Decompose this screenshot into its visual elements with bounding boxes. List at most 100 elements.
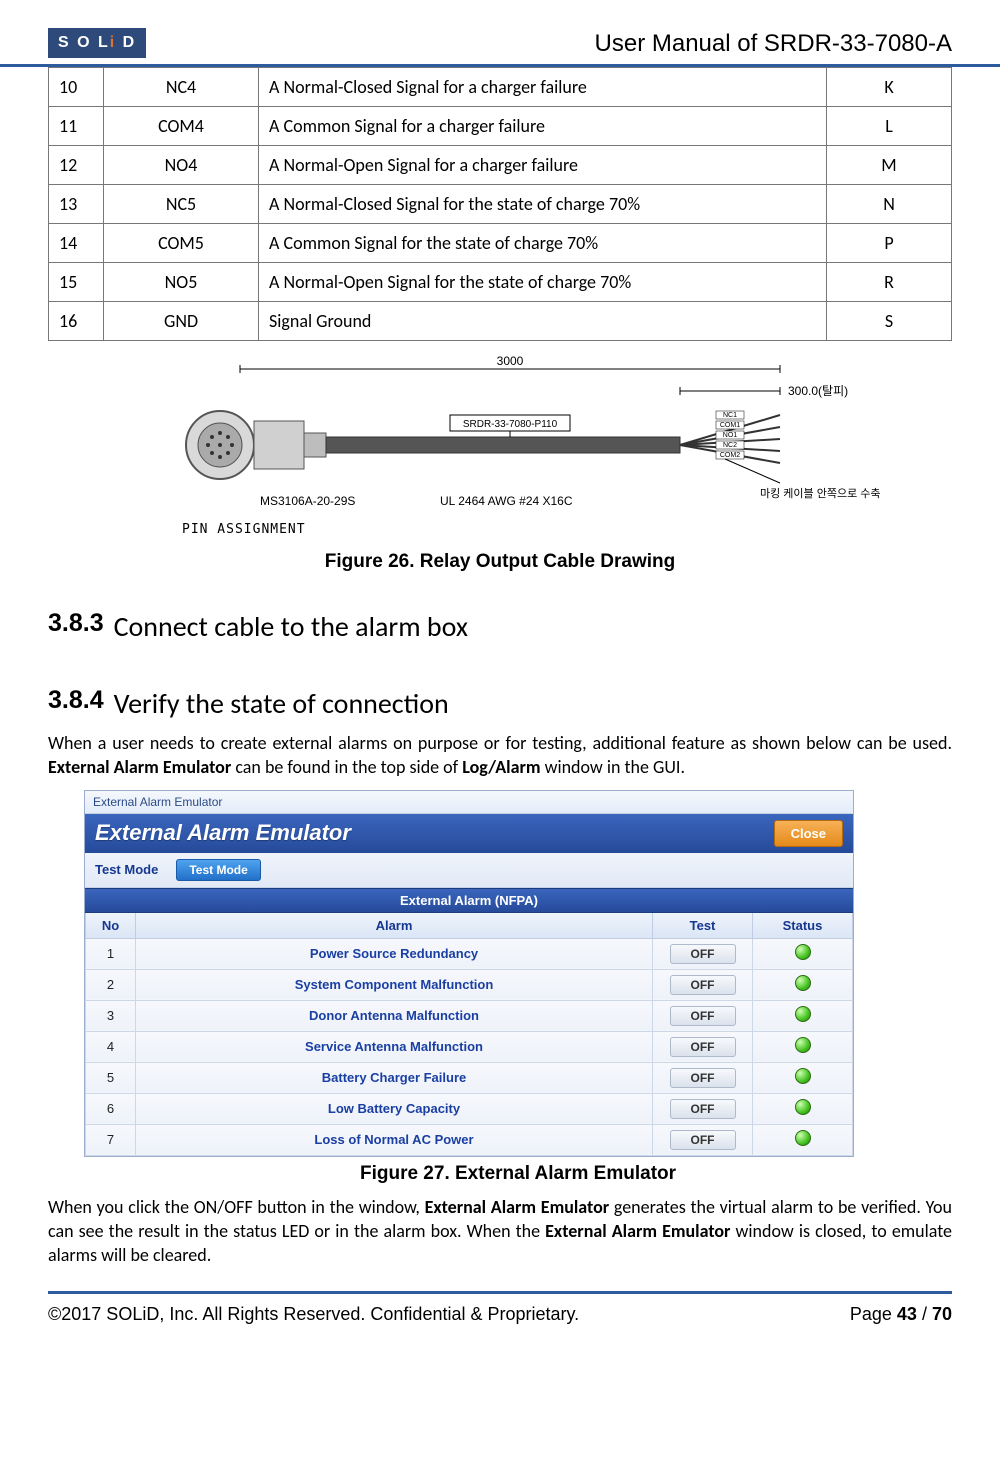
col-no: No	[86, 913, 136, 939]
alarm-no: 4	[86, 1031, 136, 1062]
status-led-icon	[795, 944, 811, 960]
alarm-row: 5Battery Charger Failure OFF	[86, 1062, 853, 1093]
pin-num: 10	[49, 68, 104, 107]
alarm-name: Power Source Redundancy	[136, 938, 653, 969]
pin-num: 12	[49, 146, 104, 185]
alarm-no: 2	[86, 969, 136, 1000]
svg-text:COM1: COM1	[720, 422, 740, 429]
pin-num: 15	[49, 263, 104, 302]
alarm-name: Service Antenna Malfunction	[136, 1031, 653, 1062]
alarm-off-button[interactable]: OFF	[670, 975, 736, 995]
status-led-icon	[795, 1068, 811, 1084]
alarm-status-cell	[753, 969, 853, 1000]
alarm-status-cell	[753, 1124, 853, 1155]
pin-desc: A Normal-Open Signal for the state of ch…	[259, 263, 827, 302]
cable-figure: 3000 300.0(탈피) S	[48, 355, 952, 573]
logo-text-b: D	[116, 34, 136, 51]
pin-letter: N	[827, 185, 952, 224]
alarm-test-cell: OFF	[653, 969, 753, 1000]
close-button[interactable]: Close	[774, 820, 843, 847]
gui-banner-title: External Alarm Emulator	[95, 820, 351, 846]
pin-desc: A Common Signal for the state of charge …	[259, 224, 827, 263]
pin-num: 14	[49, 224, 104, 263]
test-mode-button[interactable]: Test Mode	[176, 859, 260, 881]
pin-desc: Signal Ground	[259, 302, 827, 341]
alarm-test-cell: OFF	[653, 1062, 753, 1093]
pin-assignment-label: PIN ASSIGNMENT	[182, 522, 306, 537]
pin-table: 10NC4A Normal-Closed Signal for a charge…	[48, 67, 952, 341]
table-row: 10NC4A Normal-Closed Signal for a charge…	[49, 68, 952, 107]
svg-text:NC2: NC2	[723, 442, 737, 449]
pin-desc: A Normal-Closed Signal for the state of …	[259, 185, 827, 224]
col-alarm: Alarm	[136, 913, 653, 939]
alarm-name: System Component Malfunction	[136, 969, 653, 1000]
alarm-row: 4Service Antenna Malfunction OFF	[86, 1031, 853, 1062]
dim-total: 3000	[497, 355, 524, 368]
external-alarm-section-header: External Alarm (NFPA)	[85, 888, 853, 913]
col-test: Test	[653, 913, 753, 939]
alarm-status-cell	[753, 1093, 853, 1124]
table-row: 16GNDSignal GroundS	[49, 302, 952, 341]
section-3-8-4-intro: When a user needs to create external ala…	[48, 731, 952, 780]
alarm-no: 3	[86, 1000, 136, 1031]
gui-banner: External Alarm Emulator Close	[85, 814, 853, 853]
section-3-8-3-num: 3.8.3	[48, 609, 104, 644]
page-footer: ©2017 SOLiD, Inc. All Rights Reserved. C…	[0, 1294, 1000, 1325]
section-3-8-4-after: When you click the ON/OFF button in the …	[48, 1195, 952, 1268]
page-header: S O Li D User Manual of SRDR-33-7080-A	[0, 0, 1000, 67]
pin-num: 16	[49, 302, 104, 341]
alarm-off-button[interactable]: OFF	[670, 1037, 736, 1057]
pin-name: NO5	[104, 263, 259, 302]
table-row: 11COM4A Common Signal for a charger fail…	[49, 107, 952, 146]
alarm-status-cell	[753, 938, 853, 969]
status-led-icon	[795, 975, 811, 991]
status-led-icon	[795, 1037, 811, 1053]
alarm-row: 6Low Battery CapacityOFF	[86, 1093, 853, 1124]
test-mode-row: Test Mode Test Mode	[85, 853, 853, 888]
alarm-status-cell	[753, 1000, 853, 1031]
solid-logo: S O Li D	[48, 28, 146, 58]
alarm-off-button[interactable]: OFF	[670, 1099, 736, 1119]
external-alarm-emulator-window: External Alarm Emulator External Alarm E…	[84, 790, 854, 1157]
svg-text:COM2: COM2	[720, 452, 740, 459]
cable-drawing-svg: 3000 300.0(탈피) S	[120, 355, 880, 545]
section-3-8-3: 3.8.3 Connect cable to the alarm box	[48, 609, 952, 644]
pin-letter: S	[827, 302, 952, 341]
footer-copyright: ©2017 SOLiD, Inc. All Rights Reserved. C…	[48, 1304, 579, 1325]
pin-name: NC4	[104, 68, 259, 107]
status-led-icon	[795, 1099, 811, 1115]
alarm-test-cell: OFF	[653, 1093, 753, 1124]
alarm-off-button[interactable]: OFF	[670, 1006, 736, 1026]
pin-name: COM4	[104, 107, 259, 146]
marking-note: 마킹 케이블 안쪽으로 수축	[760, 487, 880, 500]
pin-letter: R	[827, 263, 952, 302]
alarm-row: 2System Component Malfunction OFF	[86, 969, 853, 1000]
table-row: 14COM5A Common Signal for the state of c…	[49, 224, 952, 263]
part-label: SRDR-33-7080-P110	[463, 419, 558, 430]
pin-num: 13	[49, 185, 104, 224]
alarm-off-button[interactable]: OFF	[670, 944, 736, 964]
alarm-off-button[interactable]: OFF	[670, 1130, 736, 1150]
alarm-status-cell	[753, 1062, 853, 1093]
alarm-no: 5	[86, 1062, 136, 1093]
figure-27-caption: Figure 27. External Alarm Emulator	[84, 1163, 952, 1185]
pin-letter: K	[827, 68, 952, 107]
table-row: 12NO4A Normal-Open Signal for a charger …	[49, 146, 952, 185]
section-3-8-4: 3.8.4 Verify the state of connection	[48, 686, 952, 721]
section-3-8-4-num: 3.8.4	[48, 686, 104, 721]
alarm-test-cell: OFF	[653, 1124, 753, 1155]
alarm-test-cell: OFF	[653, 1031, 753, 1062]
pin-name: NO4	[104, 146, 259, 185]
alarm-status-cell	[753, 1031, 853, 1062]
alarm-off-button[interactable]: OFF	[670, 1068, 736, 1088]
alarm-name: Loss of Normal AC Power	[136, 1124, 653, 1155]
pin-name: GND	[104, 302, 259, 341]
figure-26-caption: Figure 26. Relay Output Cable Drawing	[48, 551, 952, 573]
col-status: Status	[753, 913, 853, 939]
pin-letter: M	[827, 146, 952, 185]
alarm-name: Battery Charger Failure	[136, 1062, 653, 1093]
pin-name: COM5	[104, 224, 259, 263]
cable-spec: UL 2464 AWG #24 X16C	[440, 494, 573, 508]
status-led-icon	[795, 1006, 811, 1022]
pin-letter: P	[827, 224, 952, 263]
